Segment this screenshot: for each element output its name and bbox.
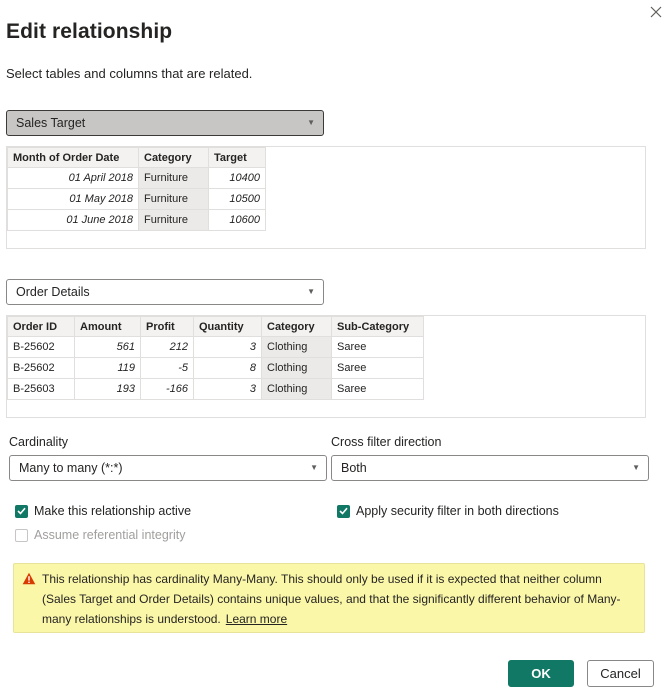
table-row: 01 May 2018 Furniture 10500: [7, 188, 266, 210]
column-header[interactable]: Order ID: [7, 316, 75, 337]
table-cell: Saree: [331, 357, 424, 379]
table-cell: 10500: [208, 188, 266, 210]
table-cell: 561: [74, 336, 141, 358]
column-header[interactable]: Quantity: [193, 316, 262, 337]
column-header[interactable]: Sub-Category: [331, 316, 424, 337]
table-cell: -5: [140, 357, 194, 379]
table-cell: 01 April 2018: [7, 167, 139, 189]
checkmark-icon: [339, 507, 348, 515]
chevron-down-icon: ▼: [307, 118, 315, 127]
cardinality-label: Cardinality: [9, 435, 69, 449]
cardinality-value: Many to many (*:*): [19, 461, 123, 475]
active-checkbox-label: Make this relationship active: [34, 504, 192, 518]
table-cell: Furniture: [138, 188, 209, 210]
column-header[interactable]: Amount: [74, 316, 141, 337]
table-cell: 3: [193, 378, 262, 400]
table-row: 01 April 2018 Furniture 10400: [7, 167, 266, 189]
table2-select[interactable]: Order Details ▼: [6, 279, 324, 305]
table-cell: Clothing: [261, 336, 332, 358]
column-header[interactable]: Profit: [140, 316, 194, 337]
table-cell: -166: [140, 378, 194, 400]
chevron-down-icon: ▼: [307, 287, 315, 296]
table1-preview: Month of Order Date Category Target 01 A…: [6, 146, 646, 249]
security-option: Apply security filter in both directions: [337, 504, 559, 518]
security-checkbox[interactable]: [337, 504, 350, 518]
cross-filter-select[interactable]: Both ▼: [331, 455, 649, 481]
table-cell: 212: [140, 336, 194, 358]
column-header[interactable]: Category: [138, 147, 209, 168]
table1-select[interactable]: Sales Target ▼: [6, 110, 324, 136]
close-icon[interactable]: [650, 6, 666, 22]
table-cell: 01 May 2018: [7, 188, 139, 210]
security-checkbox-label: Apply security filter in both directions: [356, 504, 559, 518]
ok-button[interactable]: OK: [508, 660, 574, 687]
chevron-down-icon: ▼: [310, 463, 318, 472]
cancel-button[interactable]: Cancel: [587, 660, 654, 687]
table-cell: Clothing: [261, 378, 332, 400]
referential-option: Assume referential integrity: [15, 528, 185, 542]
warning-text: This relationship has cardinality Many-M…: [42, 572, 621, 626]
active-option: Make this relationship active: [15, 504, 191, 518]
chevron-down-icon: ▼: [632, 463, 640, 472]
cross-filter-label: Cross filter direction: [331, 435, 442, 449]
active-checkbox[interactable]: [15, 504, 28, 518]
referential-checkbox-label: Assume referential integrity: [34, 528, 186, 542]
edit-relationship-dialog: Edit relationship Select tables and colu…: [0, 0, 670, 697]
checkmark-icon: [17, 507, 26, 515]
warning-icon: [22, 571, 36, 591]
learn-more-link[interactable]: Learn more: [226, 612, 287, 626]
dialog-title: Edit relationship: [6, 20, 173, 43]
dialog-subtitle: Select tables and columns that are relat…: [6, 66, 253, 81]
table1-select-value: Sales Target: [16, 116, 86, 130]
table-cell: 10400: [208, 167, 266, 189]
table-cell: 10600: [208, 209, 266, 231]
table2-preview: Order ID Amount Profit Quantity Category…: [6, 315, 646, 418]
table-cell: Furniture: [138, 167, 209, 189]
cardinality-select[interactable]: Many to many (*:*) ▼: [9, 455, 327, 481]
table-cell: B-25602: [7, 357, 75, 379]
table-cell: B-25602: [7, 336, 75, 358]
table-cell: Furniture: [138, 209, 209, 231]
table-cell: Saree: [331, 378, 424, 400]
table2-select-value: Order Details: [16, 285, 90, 299]
cardinality-warning: This relationship has cardinality Many-M…: [13, 563, 645, 633]
table-cell: Clothing: [261, 357, 332, 379]
table-cell: 193: [74, 378, 141, 400]
table2-grid: Order ID Amount Profit Quantity Category…: [7, 316, 424, 400]
table-cell: 8: [193, 357, 262, 379]
table-row: B-25603 193 -166 3 Clothing Saree: [7, 378, 424, 400]
table-cell: B-25603: [7, 378, 75, 400]
column-header[interactable]: Category: [261, 316, 332, 337]
table-cell: Saree: [331, 336, 424, 358]
table1-grid: Month of Order Date Category Target 01 A…: [7, 147, 266, 231]
table-row: B-25602 119 -5 8 Clothing Saree: [7, 357, 424, 379]
column-header[interactable]: Target: [208, 147, 266, 168]
cross-filter-value: Both: [341, 461, 367, 475]
table-row: 01 June 2018 Furniture 10600: [7, 209, 266, 231]
table-row: B-25602 561 212 3 Clothing Saree: [7, 336, 424, 358]
table-cell: 01 June 2018: [7, 209, 139, 231]
table-cell: 119: [74, 357, 141, 379]
column-header[interactable]: Month of Order Date: [7, 147, 139, 168]
referential-checkbox: [15, 528, 28, 542]
table-cell: 3: [193, 336, 262, 358]
